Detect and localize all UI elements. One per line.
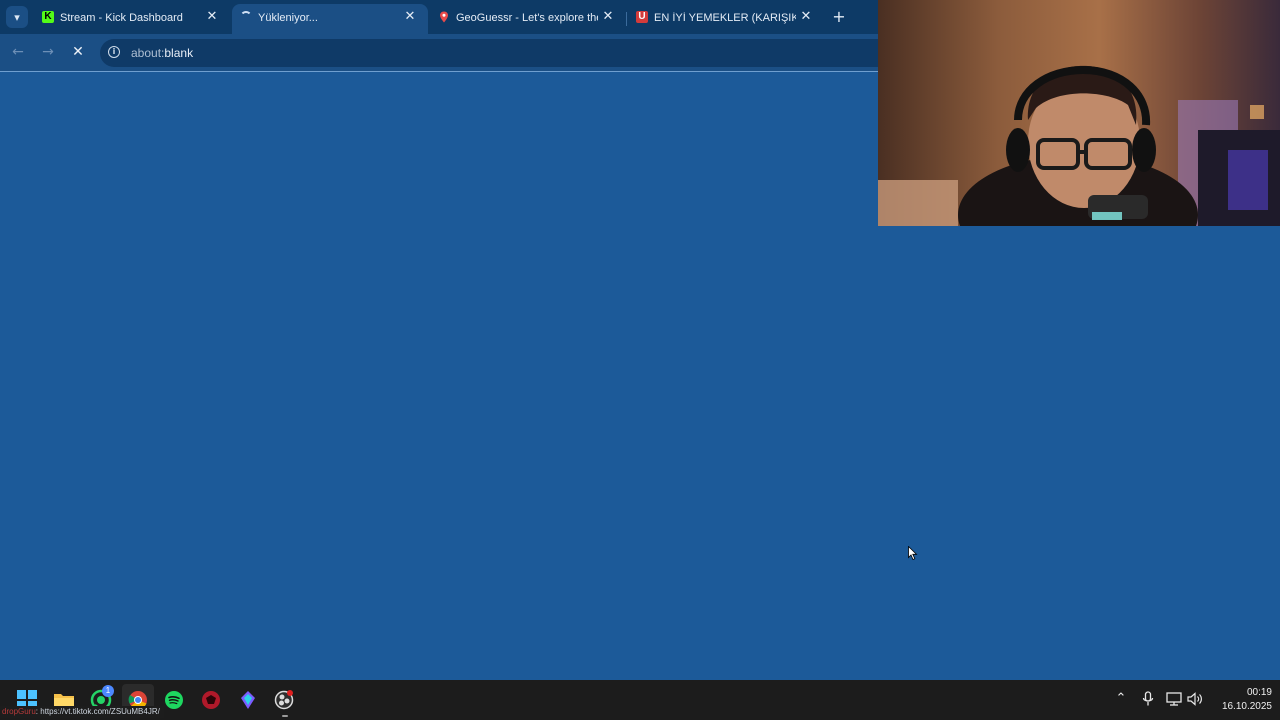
forward-button[interactable]: →: [38, 42, 58, 62]
close-icon[interactable]: ✕: [402, 9, 418, 25]
tab-en-iyi-yemekler[interactable]: U EN İYİ YEMEKLER (KARIŞIK) @m ✕: [628, 4, 824, 34]
volume-icon[interactable]: [1186, 690, 1204, 708]
map-pin-icon: [440, 11, 448, 23]
tab-title: Stream - Kick Dashboard: [60, 12, 183, 24]
page-content: [0, 72, 878, 680]
close-icon[interactable]: ✕: [600, 9, 616, 25]
screen: ▾ K Stream - Kick Dashboard ✕ Yükleniyor…: [0, 0, 1280, 720]
close-icon[interactable]: ✕: [204, 9, 220, 25]
address-bar[interactable]: i about:blank: [100, 39, 878, 67]
u-logo-icon: U: [636, 11, 648, 23]
arrow-right-icon: →: [42, 44, 54, 60]
tab-loading[interactable]: Yükleniyor... ✕: [232, 4, 428, 34]
plus-icon: +: [832, 7, 846, 26]
streaming-app-icon[interactable]: [237, 689, 259, 711]
chevron-down-icon: ▾: [14, 10, 20, 24]
info-icon[interactable]: i: [108, 46, 120, 58]
close-icon: ✕: [72, 44, 84, 60]
url-path: blank: [164, 46, 194, 60]
game-app-icon[interactable]: [200, 689, 222, 711]
status-brand: dropGuru: [2, 707, 36, 716]
url-text: about:blank: [131, 46, 193, 60]
clock-time: 00:19: [1246, 687, 1272, 698]
arrow-left-icon: ←: [12, 44, 24, 60]
spotify-icon[interactable]: [163, 689, 185, 711]
tab-title: EN İYİ YEMEKLER (KARIŞIK) @m: [654, 12, 796, 24]
mouse-cursor-icon: [908, 546, 918, 560]
tab-separator: [626, 12, 627, 26]
notification-badge: 1: [102, 685, 114, 697]
taskbar: 1: [0, 680, 1280, 720]
tab-geoguessr[interactable]: GeoGuessr - Let's explore the w ✕: [430, 4, 626, 34]
chevron-up-icon[interactable]: ⌃: [1112, 690, 1130, 708]
tab-strip: ▾ K Stream - Kick Dashboard ✕ Yükleniyor…: [0, 0, 878, 34]
network-icon[interactable]: [1165, 690, 1183, 708]
stop-loading-button[interactable]: ✕: [68, 42, 88, 62]
status-link-overlay: dropGuru: https://vt.tiktok.com/ZSUuMB4J…: [0, 706, 164, 718]
microphone-icon[interactable]: [1139, 690, 1157, 708]
back-button[interactable]: ←: [8, 42, 28, 62]
webcam-feed: [878, 0, 1280, 226]
url-scheme: about:: [131, 46, 165, 60]
tab-title: GeoGuessr - Let's explore the w: [456, 12, 598, 24]
loading-spinner-icon: [240, 11, 252, 23]
kick-icon: K: [42, 11, 54, 23]
tab-search-button[interactable]: ▾: [6, 6, 28, 28]
webcam-overlay: [878, 0, 1280, 226]
tab-title: Yükleniyor...: [258, 12, 318, 24]
browser-toolbar: ← → ✕ i about:blank: [0, 34, 878, 72]
status-url: : https://vt.tiktok.com/ZSUuMB4JR/: [35, 707, 160, 716]
close-icon[interactable]: ✕: [798, 9, 814, 25]
new-tab-button[interactable]: +: [829, 7, 849, 27]
clock-date: 16.10.2025: [1221, 701, 1272, 712]
running-app-indicator: [282, 715, 288, 717]
system-clock[interactable]: 00:19 16.10.2025: [1208, 686, 1272, 714]
tab-kick-dashboard[interactable]: K Stream - Kick Dashboard ✕: [34, 4, 230, 34]
obs-icon[interactable]: [273, 689, 295, 711]
